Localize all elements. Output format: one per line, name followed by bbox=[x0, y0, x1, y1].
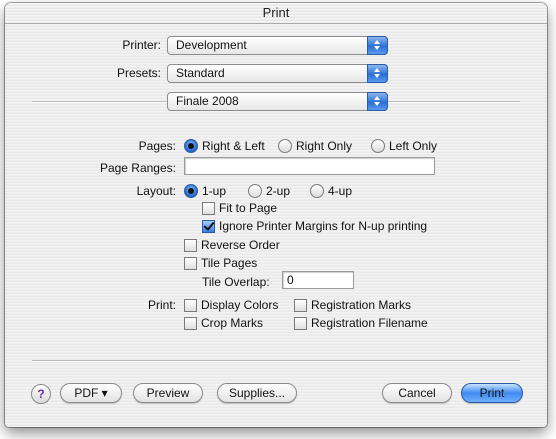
print-dialog: Print Printer: Development Presets: Stan… bbox=[5, 3, 547, 427]
layout-option-label: 2-up bbox=[266, 184, 291, 198]
fit-to-page-checkbox[interactable] bbox=[202, 202, 215, 215]
layout-1up-radio[interactable] bbox=[184, 184, 198, 198]
pages-right-left-radio[interactable] bbox=[184, 139, 198, 153]
separator bbox=[32, 360, 520, 362]
presets-popup[interactable]: Standard bbox=[167, 64, 388, 83]
reverse-order-label: Reverse Order bbox=[201, 238, 280, 252]
presets-value: Standard bbox=[176, 66, 225, 80]
pages-label: Pages: bbox=[138, 139, 176, 153]
tile-pages-label: Tile Pages bbox=[201, 256, 258, 270]
layout-label: Layout: bbox=[136, 184, 176, 198]
page-ranges-input[interactable] bbox=[184, 157, 435, 175]
print-button[interactable]: Print bbox=[461, 383, 523, 403]
preview-button[interactable]: Preview bbox=[133, 383, 203, 403]
reverse-order-checkbox[interactable] bbox=[184, 239, 197, 252]
pages-option-label: Right Only bbox=[296, 139, 353, 153]
supplies-button[interactable]: Supplies... bbox=[217, 383, 297, 403]
tile-overlap-input[interactable]: 0 bbox=[282, 271, 354, 289]
registration-filename-checkbox[interactable] bbox=[294, 317, 307, 330]
pdf-button[interactable]: PDF ▾ bbox=[60, 383, 122, 403]
layout-option-label: 1-up bbox=[202, 184, 227, 198]
page-ranges-label: Page Ranges: bbox=[99, 161, 176, 175]
popup-arrows-icon bbox=[367, 92, 388, 111]
tile-overlap-label: Tile Overlap: bbox=[202, 275, 270, 289]
display-colors-label: Display Colors bbox=[201, 298, 279, 312]
panel-value: Finale 2008 bbox=[176, 94, 239, 108]
ignore-margins-label: Ignore Printer Margins for N-up printing bbox=[219, 219, 428, 233]
printer-label: Printer: bbox=[122, 38, 161, 52]
registration-marks-label: Registration Marks bbox=[311, 298, 412, 312]
registration-filename-label: Registration Filename bbox=[311, 316, 428, 330]
popup-arrows-icon bbox=[367, 64, 388, 83]
help-icon[interactable]: ? bbox=[31, 384, 51, 404]
fit-to-page-label: Fit to Page bbox=[219, 201, 278, 215]
ignore-margins-checkbox[interactable] bbox=[202, 220, 215, 233]
pages-option-label: Right & Left bbox=[202, 139, 265, 153]
layout-2up-radio[interactable] bbox=[248, 184, 262, 198]
print-options-label: Print: bbox=[147, 298, 176, 312]
layout-option-label: 4-up bbox=[328, 184, 353, 198]
printer-value: Development bbox=[176, 38, 247, 52]
display-colors-checkbox[interactable] bbox=[184, 299, 197, 312]
pages-left-only-radio[interactable] bbox=[371, 139, 385, 153]
presets-label: Presets: bbox=[116, 66, 161, 80]
pages-option-label: Left Only bbox=[389, 139, 438, 153]
popup-arrows-icon bbox=[367, 36, 388, 55]
crop-marks-checkbox[interactable] bbox=[184, 317, 197, 330]
cancel-button[interactable]: Cancel bbox=[382, 383, 452, 403]
panel-popup[interactable]: Finale 2008 bbox=[167, 92, 388, 111]
window-title: Print bbox=[5, 3, 547, 24]
crop-marks-label: Crop Marks bbox=[201, 316, 264, 330]
pages-right-only-radio[interactable] bbox=[278, 139, 292, 153]
tile-pages-checkbox[interactable] bbox=[184, 257, 197, 270]
layout-4up-radio[interactable] bbox=[310, 184, 324, 198]
printer-popup[interactable]: Development bbox=[167, 36, 388, 55]
registration-marks-checkbox[interactable] bbox=[294, 299, 307, 312]
